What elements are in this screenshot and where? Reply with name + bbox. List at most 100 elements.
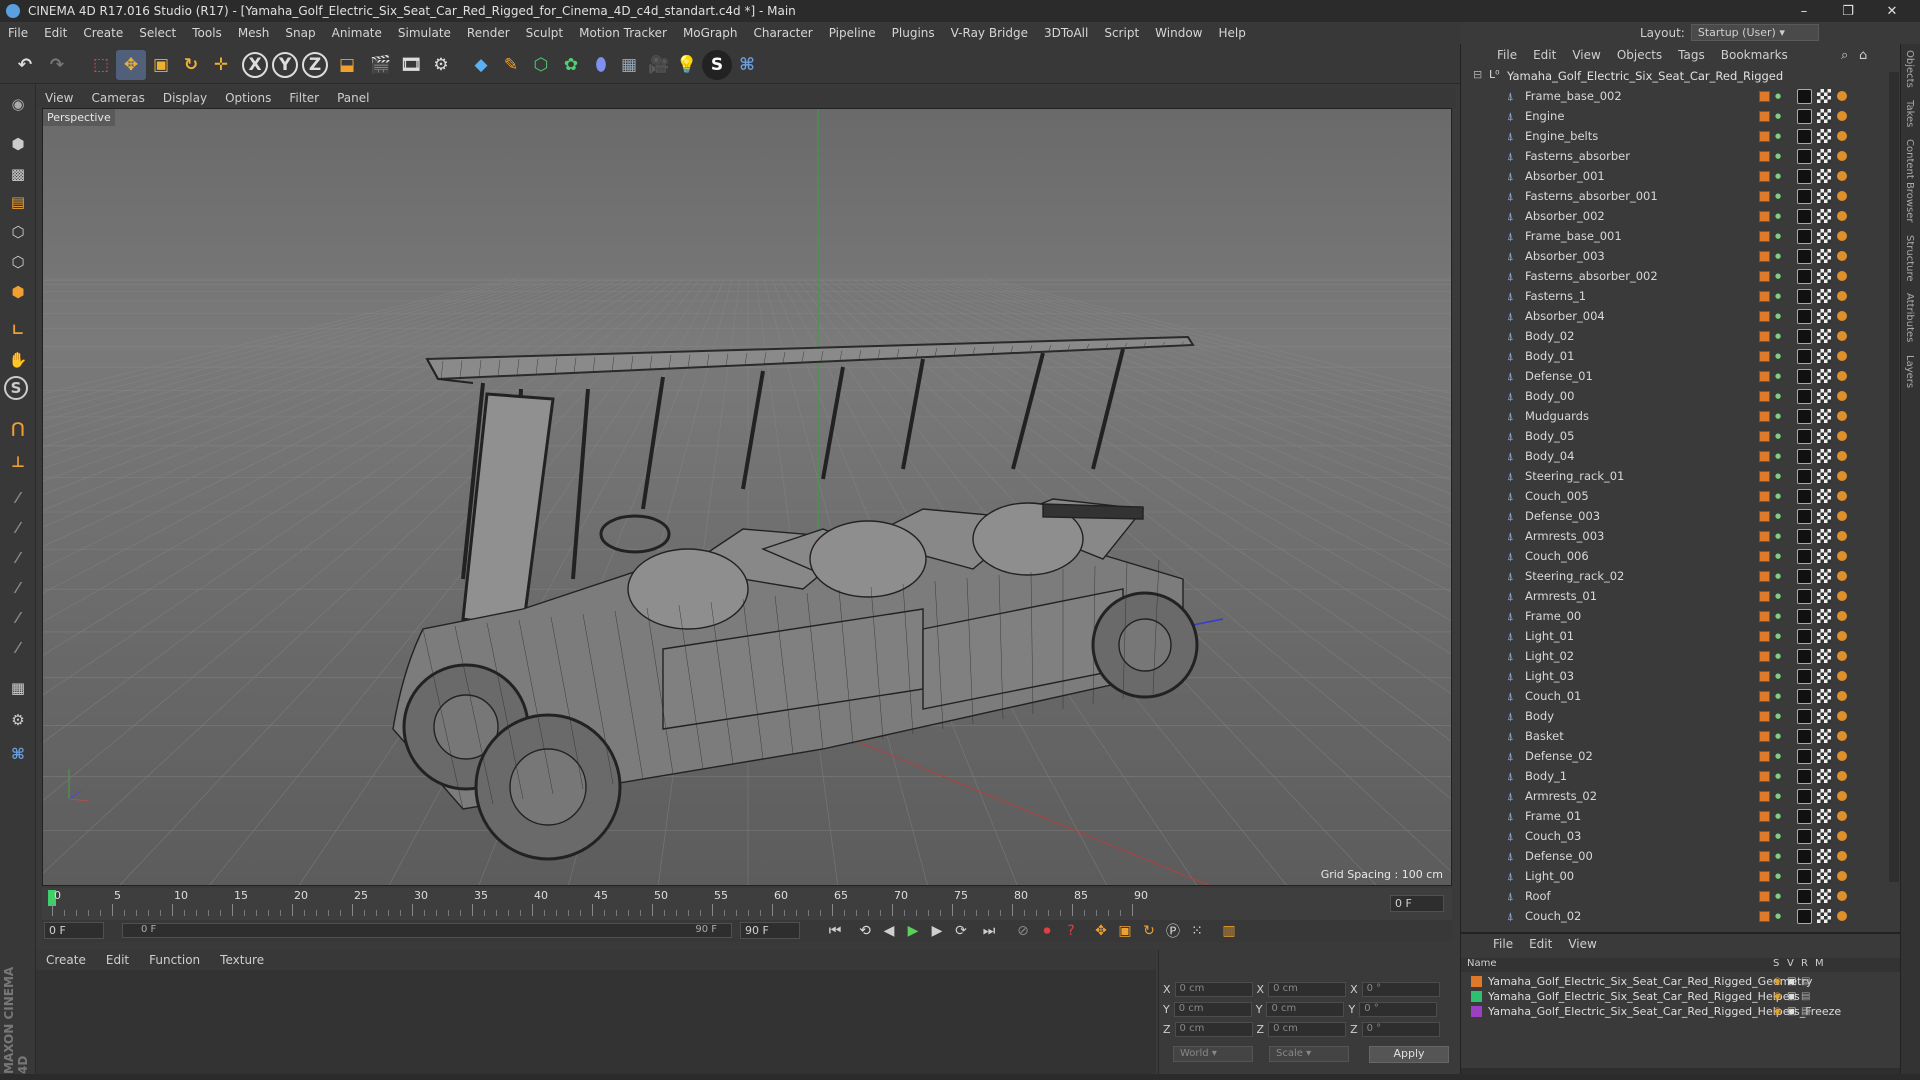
layer-render-icon[interactable]: ▤ [1801,991,1810,1002]
object-row[interactable]: ⍋ Frame_01 ● [1461,806,1889,826]
material-tag-icon[interactable] [1797,668,1812,684]
layer-color-swatch[interactable] [1759,570,1770,582]
deformer-icon[interactable]: ⬮ [586,50,616,80]
brush-2-icon[interactable]: ⁄ [4,514,32,542]
object-row[interactable]: ⍋ Body_05 ● [1461,426,1889,446]
right-tab-attributes[interactable]: Attributes [1901,287,1918,348]
phong-tag-icon[interactable] [1837,211,1847,221]
layer-solo-icon[interactable]: ◉ [1773,991,1782,1002]
layer-color-swatch[interactable] [1759,470,1770,482]
material-tag-icon[interactable] [1797,228,1812,244]
move-icon[interactable]: ✥ [116,50,146,80]
layer-color-swatch[interactable] [1759,530,1770,542]
material-tag-icon[interactable] [1797,188,1812,204]
key-scale-icon[interactable]: ▣ [1114,921,1136,941]
viewport-menu-cameras[interactable]: Cameras [82,91,153,105]
layer-color-swatch[interactable] [1759,590,1770,602]
phong-tag-icon[interactable] [1837,811,1847,821]
rot-z-field[interactable]: 0 ° [1361,1021,1440,1037]
visibility-dots-icon[interactable]: ● [1775,593,1781,600]
layer-visible-icon[interactable]: ▣ [1787,976,1796,987]
visibility-dots-icon[interactable]: ● [1775,473,1781,480]
motion-path-icon[interactable]: ⊘ [1012,921,1034,941]
visibility-dots-icon[interactable]: ● [1775,873,1781,880]
phong-tag-icon[interactable] [1837,191,1847,201]
brush-6-icon[interactable]: ⁄ [4,634,32,662]
material-tag-icon[interactable] [1797,848,1812,864]
layer-color-swatch[interactable] [1759,850,1770,862]
material-tag-icon[interactable] [1797,368,1812,384]
material-tag-icon[interactable] [1797,448,1812,464]
menu-script[interactable]: Script [1096,26,1147,40]
visibility-dots-icon[interactable]: ● [1775,173,1781,180]
layer-visible-icon[interactable]: ▣ [1787,1006,1796,1017]
pos-x-field[interactable]: 0 cm [1174,981,1253,997]
object-row[interactable]: ⍋ Fasterns_1 ● [1461,286,1889,306]
material-tag-icon[interactable] [1797,688,1812,704]
material-manager-area[interactable] [36,970,1156,1074]
menu-animate[interactable]: Animate [324,26,390,40]
menu-tools[interactable]: Tools [184,26,230,40]
object-row[interactable]: ⍋ Body_1 ● [1461,766,1889,786]
layer-color-swatch[interactable] [1759,230,1770,242]
object-row[interactable]: ⍋ Light_01 ● [1461,626,1889,646]
object-menu-edit[interactable]: Edit [1525,48,1564,62]
make-editable-icon[interactable]: ◉ [4,90,32,118]
texture-tag-icon[interactable] [1817,889,1831,903]
texture-tag-icon[interactable] [1817,269,1831,283]
texture-tag-icon[interactable] [1817,89,1831,103]
layer-color-swatch[interactable] [1759,750,1770,762]
right-tab-structure[interactable]: Structure [1901,229,1918,288]
visibility-dots-icon[interactable]: ● [1775,513,1781,520]
material-tag-icon[interactable] [1797,588,1812,604]
object-row[interactable]: ⍋ Body_04 ● [1461,446,1889,466]
vray-icon[interactable]: S [702,50,732,80]
visibility-dots-icon[interactable]: ● [1775,633,1781,640]
menu-render[interactable]: Render [459,26,518,40]
texture-tag-icon[interactable] [1817,689,1831,703]
phong-tag-icon[interactable] [1837,351,1847,361]
layer-color-swatch[interactable] [1759,310,1770,322]
material-tag-icon[interactable] [1797,88,1812,104]
material-tag-icon[interactable] [1797,168,1812,184]
record-icon[interactable]: ⏺ [1036,921,1058,941]
menu-create[interactable]: Create [75,26,131,40]
layer-color-swatch[interactable] [1759,390,1770,402]
texture-tag-icon[interactable] [1817,809,1831,823]
layer-color-swatch[interactable] [1759,650,1770,662]
polygons-mode-icon[interactable]: ⬢ [4,278,32,306]
visibility-dots-icon[interactable]: ● [1775,433,1781,440]
phong-tag-icon[interactable] [1837,331,1847,341]
visibility-dots-icon[interactable]: ● [1775,493,1781,500]
object-row[interactable]: ⍋ Body_02 ● [1461,326,1889,346]
menu-v-ray-bridge[interactable]: V-Ray Bridge [943,26,1036,40]
layer-color-swatch[interactable] [1759,430,1770,442]
texture-tag-icon[interactable] [1817,609,1831,623]
texture-tag-icon[interactable] [1817,389,1831,403]
visibility-dots-icon[interactable]: ● [1775,193,1781,200]
points-mode-icon[interactable]: ⬡ [4,218,32,246]
layer-solo-icon[interactable]: ◉ [1773,976,1782,987]
phong-tag-icon[interactable] [1837,771,1847,781]
material-menu-texture[interactable]: Texture [210,953,274,967]
menu-snap[interactable]: Snap [277,26,323,40]
tweak-icon[interactable]: ✋ [4,346,32,374]
object-row[interactable]: ⍋ Absorber_002 ● [1461,206,1889,226]
menu-motion-tracker[interactable]: Motion Tracker [571,26,675,40]
texture-tag-icon[interactable] [1817,189,1831,203]
texture-tag-icon[interactable] [1817,629,1831,643]
layer-color-swatch[interactable] [1759,610,1770,622]
object-row[interactable]: ⍋ Couch_03 ● [1461,826,1889,846]
texture-tag-icon[interactable] [1817,509,1831,523]
viewport-menu-display[interactable]: Display [154,91,216,105]
size-z-field[interactable]: 0 cm [1268,1021,1347,1037]
material-tag-icon[interactable] [1797,408,1812,424]
phong-tag-icon[interactable] [1837,691,1847,701]
collapse-icon[interactable]: ⊟ [1473,68,1482,81]
layer-color-swatch[interactable] [1759,90,1770,102]
visibility-dots-icon[interactable]: ● [1775,693,1781,700]
visibility-dots-icon[interactable]: ● [1775,553,1781,560]
layer-color-swatch[interactable] [1759,270,1770,282]
right-tab-content-browser[interactable]: Content Browser [1901,133,1918,228]
sculpt-icon[interactable]: ⚙ [4,706,32,734]
